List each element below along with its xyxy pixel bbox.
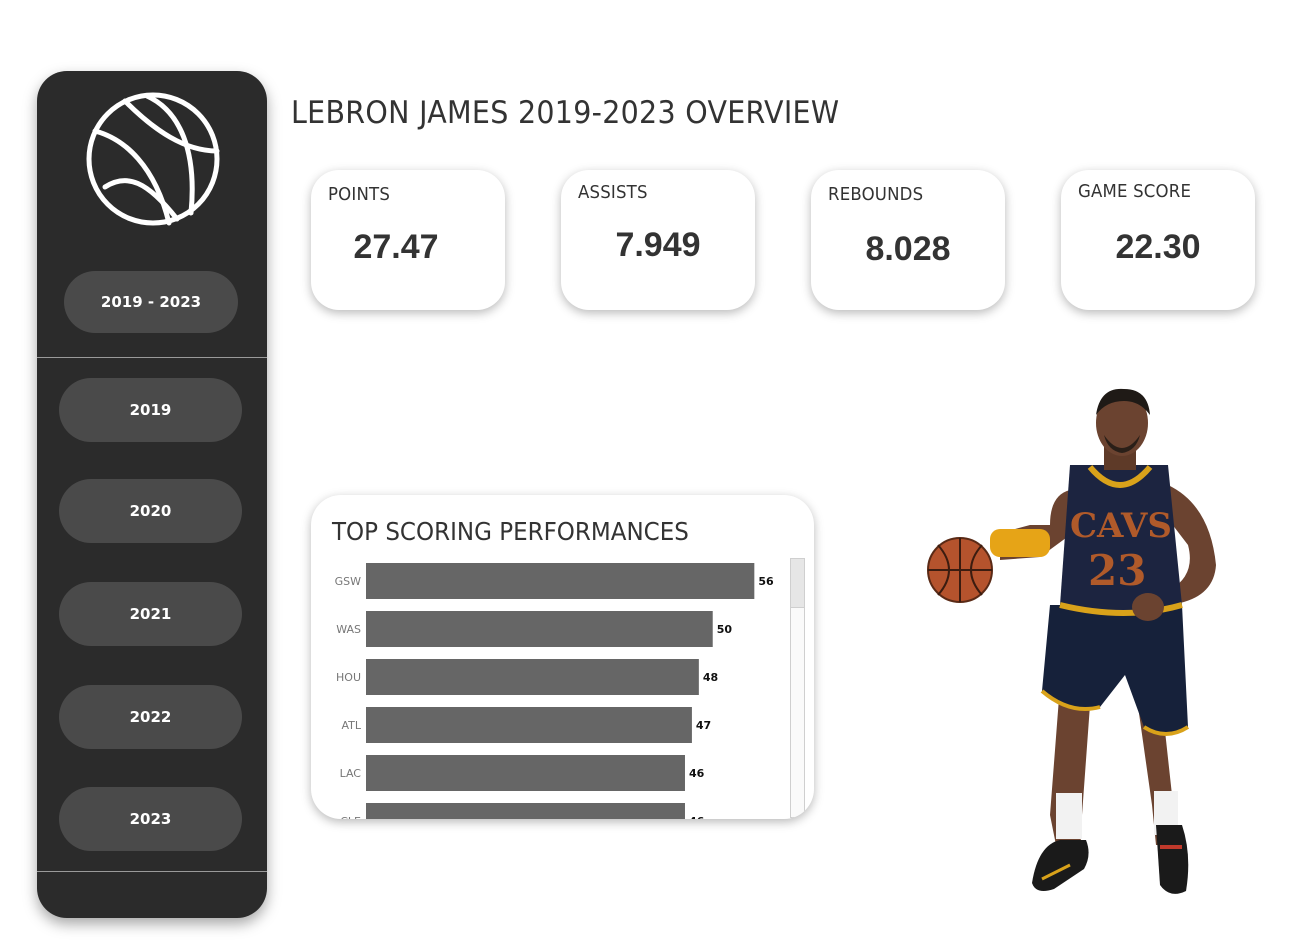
bar[interactable] (366, 659, 699, 695)
kpi-label: ASSISTS (578, 182, 648, 203)
category-label: ATL (341, 719, 361, 732)
filter-all-years-button[interactable]: 2019 - 2023 (64, 271, 238, 333)
data-label: 56 (758, 575, 774, 588)
bar[interactable] (366, 707, 692, 743)
page-title: LEBRON JAMES 2019-2023 OVERVIEW (291, 95, 840, 131)
category-label: LAC (340, 767, 362, 780)
bar-chart: GSW 56 WAS 50 HOU 48 ATL 47 LAC 46 CLE 46 (335, 563, 774, 819)
player-photo: CAVS 23 (927, 388, 1216, 894)
kpi-value: 27.47 (353, 228, 439, 266)
kpi-value: 8.028 (865, 230, 951, 268)
data-label: 48 (703, 671, 718, 684)
kpi-value: 7.949 (615, 226, 701, 264)
data-label: 50 (717, 623, 733, 636)
filter-year-2021-button[interactable]: 2021 (59, 582, 242, 646)
jersey-text: CAVS (1070, 506, 1172, 546)
kpi-label: GAME SCORE (1078, 181, 1192, 202)
data-label: 47 (696, 719, 711, 732)
kpi-card-assists: ASSISTS 7.949 (561, 170, 755, 310)
sidebar-divider-bottom (37, 871, 267, 872)
kpi-label: POINTS (328, 184, 391, 205)
kpi-card-game-score: GAME SCORE 22.30 (1061, 170, 1255, 310)
filter-year-2022-button[interactable]: 2022 (59, 685, 242, 749)
chart-scrollbar-thumb[interactable] (791, 559, 804, 608)
category-label: HOU (336, 671, 361, 684)
kpi-card-rebounds: REBOUNDS 8.028 (811, 170, 1005, 310)
kpi-label: REBOUNDS (828, 184, 924, 205)
category-label: CLE (340, 815, 361, 819)
category-label: WAS (336, 623, 361, 636)
bar[interactable] (366, 611, 713, 647)
data-label: 46 (689, 767, 705, 780)
category-label: GSW (335, 575, 362, 588)
kpi-value: 22.30 (1115, 228, 1201, 266)
bar[interactable] (366, 803, 685, 819)
data-label: 46 (689, 815, 705, 819)
filter-year-2023-button[interactable]: 2023 (59, 787, 242, 851)
bar[interactable] (366, 563, 755, 599)
sidebar-divider-top (37, 357, 267, 358)
basketball-icon (86, 92, 220, 226)
top-scoring-chart-panel: TOP SCORING PERFORMANCES GSW 56 WAS 50 HOU 48… (311, 495, 814, 819)
chart-scrollbar[interactable] (790, 558, 805, 818)
sidebar: 2019 - 2023 2019 2020 2021 2022 2023 (37, 71, 267, 918)
kpi-card-points: POINTS 27.47 (311, 170, 505, 310)
bar[interactable] (366, 755, 685, 791)
filter-year-2020-button[interactable]: 2020 (59, 479, 242, 543)
jersey-number: 23 (1088, 546, 1146, 595)
filter-year-2019-button[interactable]: 2019 (59, 378, 242, 442)
